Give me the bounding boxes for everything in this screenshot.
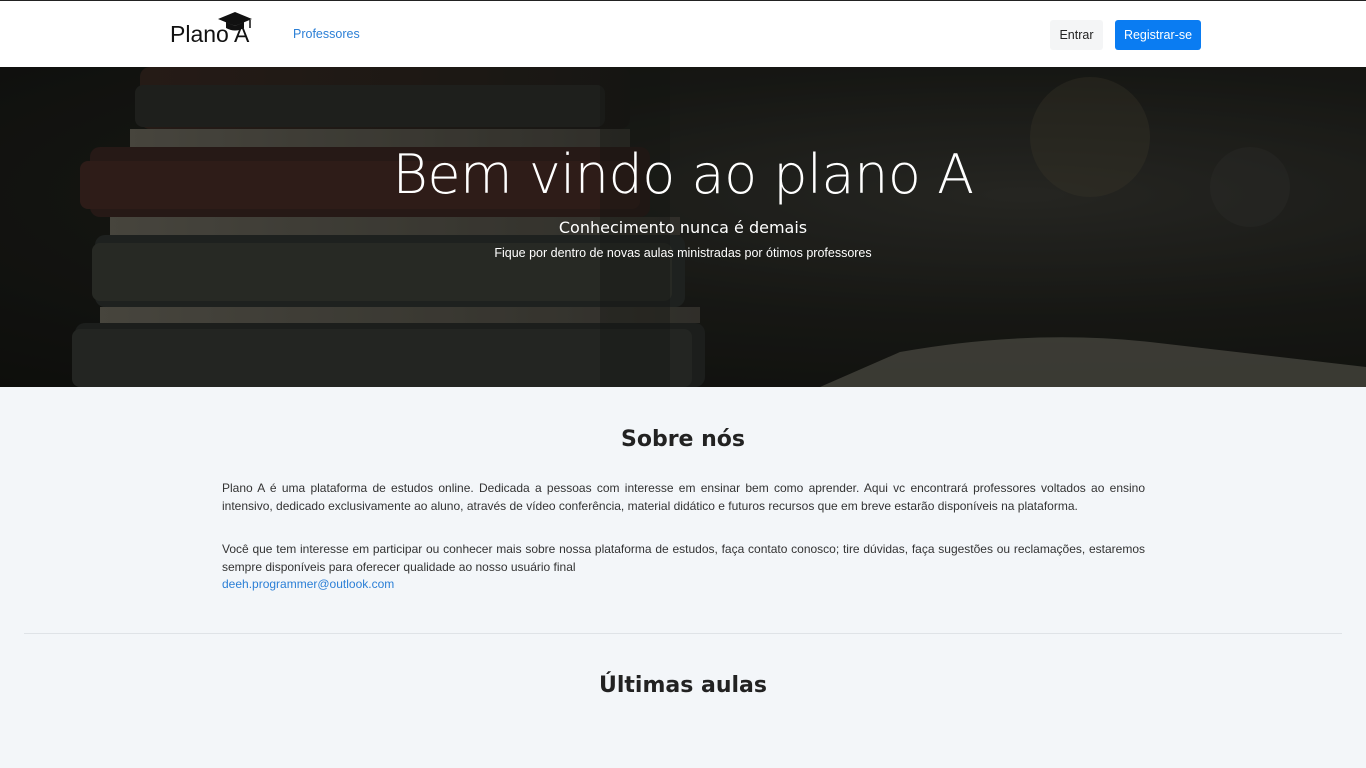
hero-title: Bem vindo ao plano A bbox=[392, 143, 974, 206]
about-title: Sobre nós bbox=[620, 427, 745, 452]
hero-lead: Fique por dentro de novas aulas ministra… bbox=[494, 246, 872, 260]
about-paragraph: Você que tem interesse em participar ou … bbox=[222, 542, 1145, 574]
nav-link-professores[interactable]: Professores bbox=[293, 27, 360, 41]
about-body: Plano A é uma plataforma de estudos onli… bbox=[222, 479, 1145, 576]
navbar: Plano A Professores Entrar Registrar-se bbox=[0, 0, 1366, 67]
login-button[interactable]: Entrar bbox=[1050, 20, 1103, 50]
hero-banner: Bem vindo ao plano A Conhecimento nunca … bbox=[0, 67, 1366, 387]
graduation-cap-icon bbox=[218, 12, 252, 31]
contact-email-link[interactable]: deeh.programmer@outlook.com bbox=[222, 577, 394, 591]
register-button[interactable]: Registrar-se bbox=[1115, 20, 1201, 50]
hero-subtitle: Conhecimento nunca é demais bbox=[558, 218, 808, 237]
section-divider bbox=[24, 633, 1342, 634]
about-paragraph: Plano A é uma plataforma de estudos onli… bbox=[222, 481, 1145, 513]
brand-logo[interactable]: Plano A bbox=[170, 12, 260, 53]
latest-lessons-title: Últimas aulas bbox=[599, 673, 767, 698]
